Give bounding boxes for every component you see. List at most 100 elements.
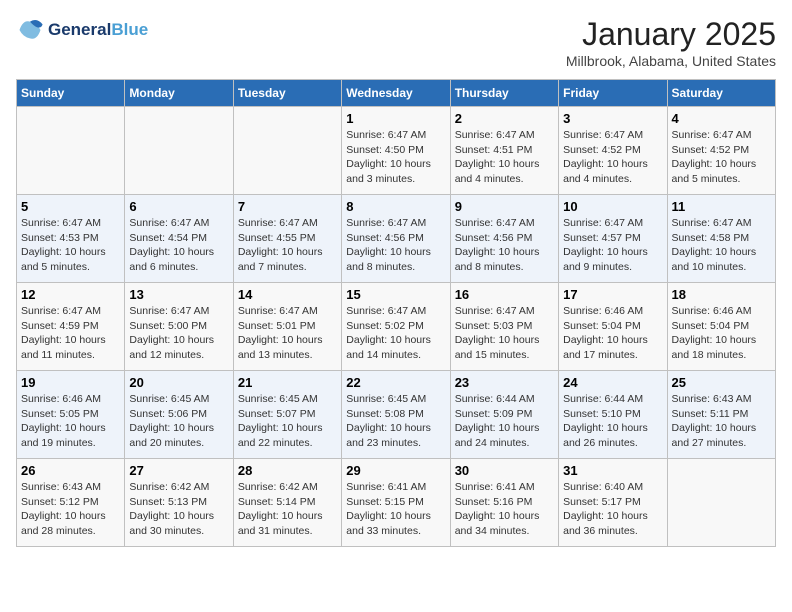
page-header: GeneralBlue January 2025 Millbrook, Alab… (16, 16, 776, 69)
calendar-cell: 5Sunrise: 6:47 AM Sunset: 4:53 PM Daylig… (17, 195, 125, 283)
calendar-cell: 12 Sunrise: 6:47 AM Sunset: 4:59 PM Dayli… (17, 283, 125, 371)
day-of-week-header: Wednesday (342, 80, 450, 107)
logo: GeneralBlue (16, 16, 148, 44)
day-info: Sunrise: 6:40 AM Sunset: 5:17 PM Dayligh… (563, 480, 662, 539)
day-number: 10 (563, 199, 662, 214)
day-number: 8 (346, 199, 445, 214)
day-info: Sunrise: 6:47 AM Sunset: 4:52 PM Dayligh… (563, 128, 662, 187)
day-of-week-header: Friday (559, 80, 667, 107)
calendar-cell: 21 Sunrise: 6:45 AM Sunset: 5:07 PM Dayli… (233, 371, 341, 459)
calendar-week-row: 26Sunrise: 6:43 AM Sunset: 5:12 PM Dayli… (17, 459, 776, 547)
day-number: 14 (238, 287, 337, 302)
calendar-cell (233, 107, 341, 195)
day-info: Sunrise: 6:46 AM Sunset: 5:04 PM Dayligh… (672, 304, 771, 363)
calendar-cell: 17 Sunrise: 6:46 AM Sunset: 5:04 PM Dayli… (559, 283, 667, 371)
calendar-week-row: 12 Sunrise: 6:47 AM Sunset: 4:59 PM Dayli… (17, 283, 776, 371)
calendar-cell: 6Sunrise: 6:47 AM Sunset: 4:54 PM Daylig… (125, 195, 233, 283)
day-info: Sunrise: 6:47 AM Sunset: 5:01 PM Dayligh… (238, 304, 337, 363)
day-info: Sunrise: 6:41 AM Sunset: 5:16 PM Dayligh… (455, 480, 554, 539)
day-number: 18 (672, 287, 771, 302)
day-number: 19 (21, 375, 120, 390)
calendar-cell: 16 Sunrise: 6:47 AM Sunset: 5:03 PM Dayli… (450, 283, 558, 371)
day-info: Sunrise: 6:46 AM Sunset: 5:04 PM Dayligh… (563, 304, 662, 363)
day-info: Sunrise: 6:47 AM Sunset: 4:50 PM Dayligh… (346, 128, 445, 187)
day-info: Sunrise: 6:42 AM Sunset: 5:14 PM Dayligh… (238, 480, 337, 539)
calendar-cell: 19 Sunrise: 6:46 AM Sunset: 5:05 PM Dayli… (17, 371, 125, 459)
location-subtitle: Millbrook, Alabama, United States (566, 53, 776, 69)
day-number: 25 (672, 375, 771, 390)
logo-text: GeneralBlue (48, 20, 148, 40)
day-number: 26 (21, 463, 120, 478)
day-info: Sunrise: 6:43 AM Sunset: 5:11 PM Dayligh… (672, 392, 771, 451)
day-number: 4 (672, 111, 771, 126)
calendar-cell: 15Sunrise: 6:47 AM Sunset: 5:02 PM Dayli… (342, 283, 450, 371)
day-number: 23 (455, 375, 554, 390)
day-number: 6 (129, 199, 228, 214)
day-number: 9 (455, 199, 554, 214)
calendar-cell: 8 Sunrise: 6:47 AM Sunset: 4:56 PM Daylig… (342, 195, 450, 283)
calendar-header-row: SundayMondayTuesdayWednesdayThursdayFrid… (17, 80, 776, 107)
day-info: Sunrise: 6:44 AM Sunset: 5:09 PM Dayligh… (455, 392, 554, 451)
calendar-cell: 24 Sunrise: 6:44 AM Sunset: 5:10 PM Dayli… (559, 371, 667, 459)
day-number: 12 (21, 287, 120, 302)
day-number: 17 (563, 287, 662, 302)
title-block: January 2025 Millbrook, Alabama, United … (566, 16, 776, 69)
calendar-cell: 10 Sunrise: 6:47 AM Sunset: 4:57 PM Dayli… (559, 195, 667, 283)
calendar-cell: 2 Sunrise: 6:47 AM Sunset: 4:51 PM Daylig… (450, 107, 558, 195)
day-number: 16 (455, 287, 554, 302)
calendar-cell: 7 Sunrise: 6:47 AM Sunset: 4:55 PM Daylig… (233, 195, 341, 283)
day-of-week-header: Saturday (667, 80, 775, 107)
day-of-week-header: Monday (125, 80, 233, 107)
day-info: Sunrise: 6:47 AM Sunset: 4:57 PM Dayligh… (563, 216, 662, 275)
calendar-cell: 20Sunrise: 6:45 AM Sunset: 5:06 PM Dayli… (125, 371, 233, 459)
day-info: Sunrise: 6:47 AM Sunset: 4:55 PM Dayligh… (238, 216, 337, 275)
calendar-cell: 14 Sunrise: 6:47 AM Sunset: 5:01 PM Dayli… (233, 283, 341, 371)
day-info: Sunrise: 6:47 AM Sunset: 4:51 PM Dayligh… (455, 128, 554, 187)
calendar-cell: 22 Sunrise: 6:45 AM Sunset: 5:08 PM Dayli… (342, 371, 450, 459)
day-info: Sunrise: 6:47 AM Sunset: 4:56 PM Dayligh… (346, 216, 445, 275)
day-number: 20 (129, 375, 228, 390)
day-info: Sunrise: 6:45 AM Sunset: 5:07 PM Dayligh… (238, 392, 337, 451)
day-number: 13 (129, 287, 228, 302)
day-number: 29 (346, 463, 445, 478)
day-info: Sunrise: 6:41 AM Sunset: 5:15 PM Dayligh… (346, 480, 445, 539)
day-number: 27 (129, 463, 228, 478)
day-info: Sunrise: 6:45 AM Sunset: 5:08 PM Dayligh… (346, 392, 445, 451)
day-number: 30 (455, 463, 554, 478)
day-info: Sunrise: 6:47 AM Sunset: 4:52 PM Dayligh… (672, 128, 771, 187)
day-of-week-header: Sunday (17, 80, 125, 107)
day-number: 31 (563, 463, 662, 478)
day-number: 2 (455, 111, 554, 126)
day-of-week-header: Thursday (450, 80, 558, 107)
day-number: 22 (346, 375, 445, 390)
day-info: Sunrise: 6:47 AM Sunset: 5:02 PM Dayligh… (346, 304, 445, 363)
day-info: Sunrise: 6:46 AM Sunset: 5:05 PM Dayligh… (21, 392, 120, 451)
calendar-cell: 3 Sunrise: 6:47 AM Sunset: 4:52 PM Daylig… (559, 107, 667, 195)
day-info: Sunrise: 6:47 AM Sunset: 5:00 PM Dayligh… (129, 304, 228, 363)
calendar-week-row: 5Sunrise: 6:47 AM Sunset: 4:53 PM Daylig… (17, 195, 776, 283)
calendar-cell: 25 Sunrise: 6:43 AM Sunset: 5:11 PM Dayli… (667, 371, 775, 459)
day-info: Sunrise: 6:42 AM Sunset: 5:13 PM Dayligh… (129, 480, 228, 539)
day-number: 11 (672, 199, 771, 214)
calendar-cell: 27 Sunrise: 6:42 AM Sunset: 5:13 PM Dayli… (125, 459, 233, 547)
calendar-cell: 13 Sunrise: 6:47 AM Sunset: 5:00 PM Dayli… (125, 283, 233, 371)
calendar-cell: 23 Sunrise: 6:44 AM Sunset: 5:09 PM Dayli… (450, 371, 558, 459)
day-info: Sunrise: 6:47 AM Sunset: 4:59 PM Dayligh… (21, 304, 120, 363)
calendar-cell: 29 Sunrise: 6:41 AM Sunset: 5:15 PM Dayli… (342, 459, 450, 547)
day-info: Sunrise: 6:44 AM Sunset: 5:10 PM Dayligh… (563, 392, 662, 451)
logo-icon (16, 16, 44, 44)
day-number: 7 (238, 199, 337, 214)
day-number: 3 (563, 111, 662, 126)
calendar-week-row: 1 Sunrise: 6:47 AM Sunset: 4:50 PM Daylig… (17, 107, 776, 195)
day-number: 24 (563, 375, 662, 390)
calendar-cell: 26Sunrise: 6:43 AM Sunset: 5:12 PM Dayli… (17, 459, 125, 547)
day-number: 1 (346, 111, 445, 126)
calendar-cell: 30 Sunrise: 6:41 AM Sunset: 5:16 PM Dayli… (450, 459, 558, 547)
day-info: Sunrise: 6:47 AM Sunset: 4:56 PM Dayligh… (455, 216, 554, 275)
calendar-cell: 9 Sunrise: 6:47 AM Sunset: 4:56 PM Daylig… (450, 195, 558, 283)
calendar-cell (125, 107, 233, 195)
day-info: Sunrise: 6:47 AM Sunset: 5:03 PM Dayligh… (455, 304, 554, 363)
day-number: 21 (238, 375, 337, 390)
calendar-cell: 28Sunrise: 6:42 AM Sunset: 5:14 PM Dayli… (233, 459, 341, 547)
calendar-table: SundayMondayTuesdayWednesdayThursdayFrid… (16, 79, 776, 547)
